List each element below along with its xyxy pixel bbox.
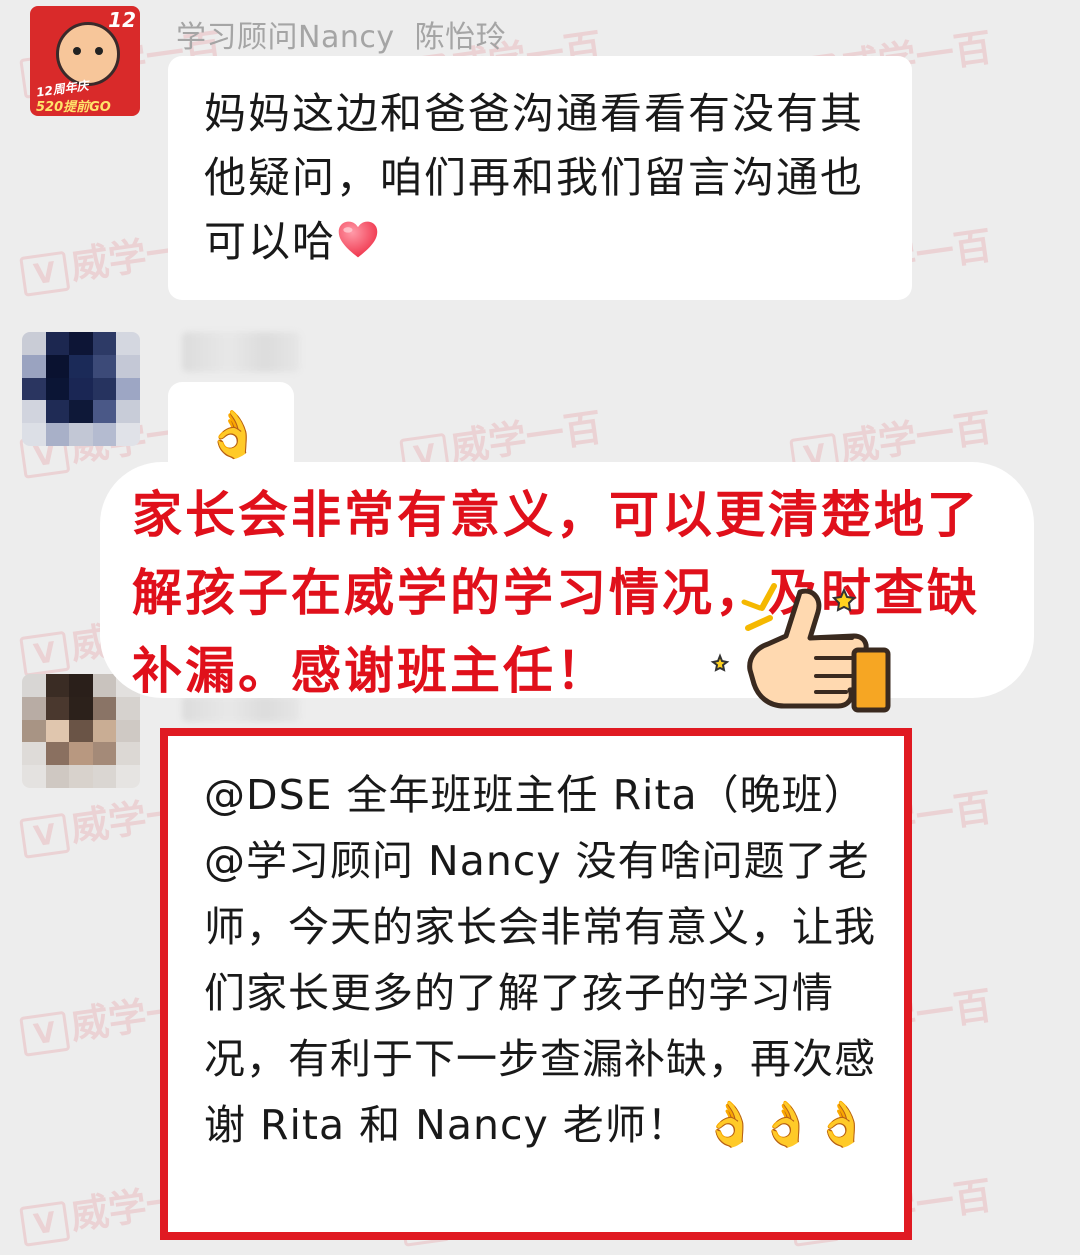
avatar-pixel <box>22 765 46 788</box>
message-text-content: 妈妈这边和爸爸沟通看看有没有其他疑问，咱们再和我们留言沟通也可以哈 <box>204 89 865 266</box>
avatar-pixel <box>45 674 70 697</box>
message-text-content: @DSE 全年班班主任 Rita（晚班）@学习顾问 Nancy 没有啥问题了老师… <box>204 771 876 1149</box>
avatar-pixel <box>69 423 93 446</box>
avatar-pixel <box>22 400 46 424</box>
avatar-pixel <box>22 332 46 355</box>
avatar-pixel <box>45 696 70 720</box>
avatar-pixel <box>45 765 70 788</box>
avatar-pixel <box>22 674 46 697</box>
sender-name: 学习顾问Nancy 陈怡玲 <box>176 20 507 55</box>
avatar-pixel <box>45 719 70 743</box>
avatar-pixel <box>45 332 70 355</box>
avatar-pixel <box>92 719 117 743</box>
cartoon-face-icon <box>56 22 120 86</box>
message-bubble[interactable]: 妈妈这边和爸爸沟通看看有没有其他疑问，咱们再和我们留言沟通也可以哈 <box>168 56 912 300</box>
watermark-text: 威学一百 <box>837 405 995 470</box>
avatar-pixel <box>116 719 140 743</box>
avatar-pixel <box>22 719 46 743</box>
ok-hand-emoji-row: 👌👌👌 <box>702 1099 871 1150</box>
avatar-pixel <box>92 354 117 378</box>
ok-hand-emoji: 👌 <box>204 407 262 461</box>
avatar-pixel <box>22 354 46 378</box>
watermark-logo-icon: V <box>19 630 71 677</box>
avatar-pixel <box>116 332 140 355</box>
avatar-pixel <box>92 742 117 766</box>
avatar-pixel <box>92 400 117 424</box>
avatar-pixel <box>45 377 70 401</box>
avatar-pixel <box>45 742 70 766</box>
message-text: @DSE 全年班班主任 Rita（晚班）@学习顾问 Nancy 没有啥问题了老师… <box>204 762 882 1158</box>
heart-emoji-icon <box>338 221 378 258</box>
avatar-promo-text: 520提前GO <box>36 100 111 115</box>
avatar-pixel <box>69 674 93 697</box>
avatar-pixel <box>69 765 93 788</box>
watermark-logo-icon: V <box>19 1010 71 1057</box>
avatar-pixel <box>45 423 70 446</box>
blurred-avatar[interactable] <box>22 674 140 788</box>
watermark-text: 威学一百 <box>447 405 605 470</box>
avatar-pixel <box>45 400 70 424</box>
avatar-pixel <box>92 696 117 720</box>
avatar-pixel <box>69 719 93 743</box>
avatar-pixel <box>69 332 93 355</box>
avatar-pixel <box>92 377 117 401</box>
highlighted-message-frame[interactable]: @DSE 全年班班主任 Rita（晚班）@学习顾问 Nancy 没有啥问题了老师… <box>160 728 912 1240</box>
avatar-pixel <box>116 423 140 446</box>
watermark-logo-icon: V <box>19 250 71 297</box>
avatar-badge-number: 12 <box>108 8 136 32</box>
avatar-pixel <box>116 400 140 424</box>
avatar-pixel <box>116 354 140 378</box>
avatar-pixel <box>69 377 93 401</box>
avatar-pixel <box>92 674 117 697</box>
avatar-pixel <box>92 332 117 355</box>
thumbs-up-sticker-icon <box>710 583 891 713</box>
avatar-pixel <box>22 742 46 766</box>
avatar-pixel <box>22 377 46 401</box>
watermark-logo-icon: V <box>19 812 71 859</box>
avatar-pixel <box>69 742 93 766</box>
avatar-pixel <box>92 765 117 788</box>
avatar-pixel <box>116 742 140 766</box>
avatar-pixel <box>69 696 93 720</box>
avatar-pixel <box>45 354 70 378</box>
avatar-pixel <box>22 696 46 720</box>
avatar-pixel <box>116 377 140 401</box>
avatar-pixel <box>69 354 93 378</box>
blurred-sender-name <box>182 332 300 372</box>
blurred-avatar[interactable] <box>22 332 140 446</box>
watermark-logo-icon: V <box>19 1200 71 1247</box>
avatar-pixel <box>22 423 46 446</box>
message-text: 妈妈这边和爸爸沟通看看有没有其他疑问，咱们再和我们留言沟通也可以哈 <box>204 82 878 274</box>
sender-avatar[interactable]: 12 12周年庆 520提前GO <box>30 6 140 116</box>
avatar-pixel <box>92 423 117 446</box>
avatar-pixel <box>116 765 140 788</box>
avatar-pixel <box>69 400 93 424</box>
